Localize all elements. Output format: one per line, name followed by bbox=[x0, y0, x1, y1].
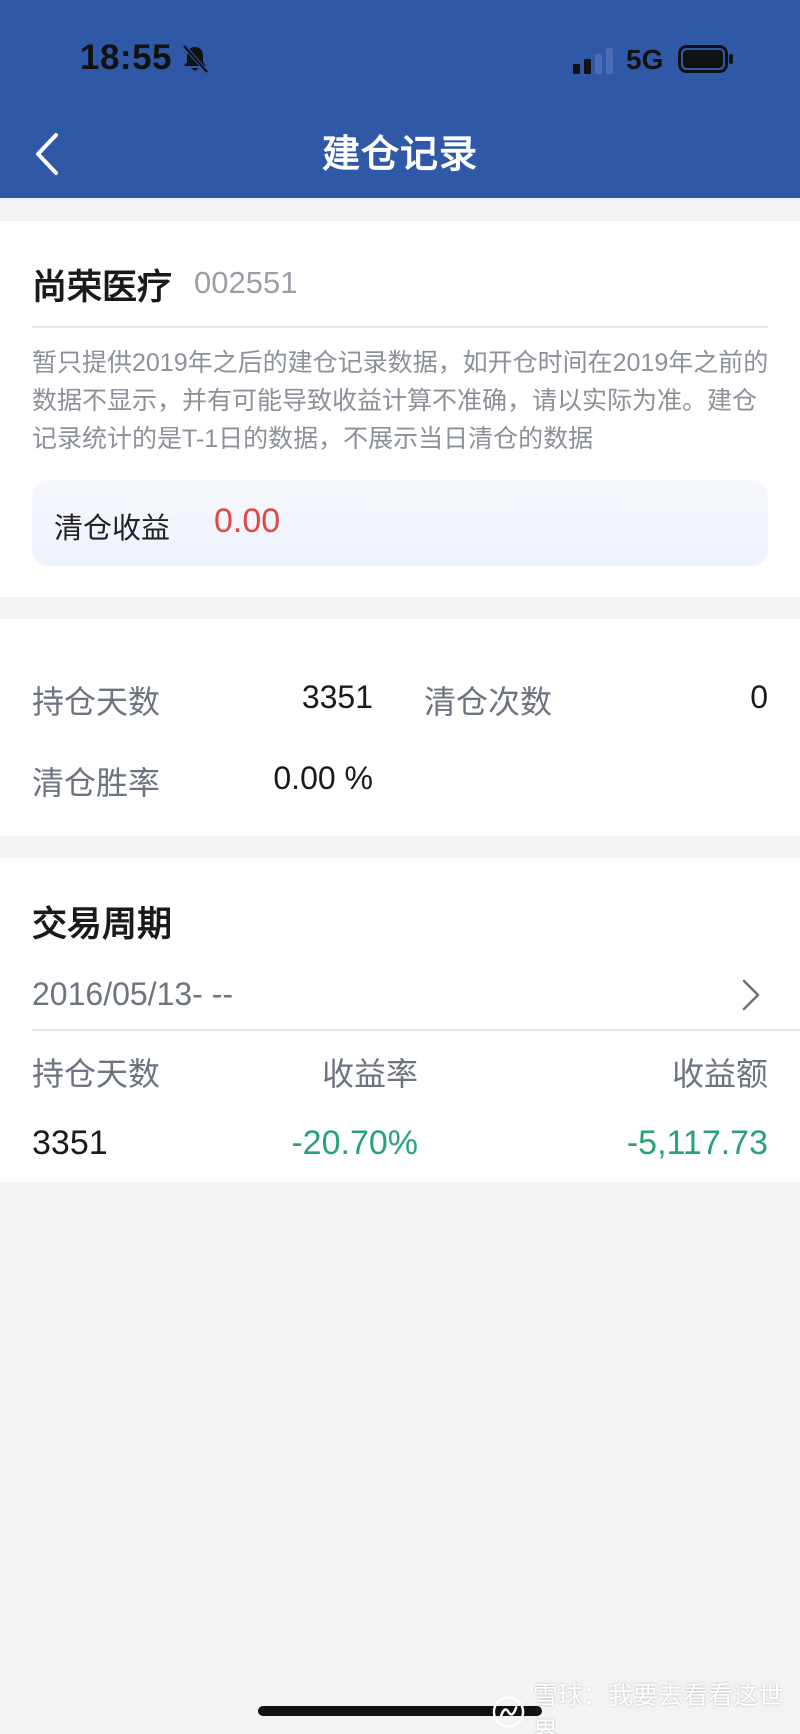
chevron-right-icon bbox=[742, 979, 760, 1011]
trade-cycle-card: 交易周期 2016/05/13- -- 持仓天数 收益率 收益额 3351 -2… bbox=[0, 858, 800, 1182]
network-label: 5G bbox=[626, 44, 664, 75]
row-return-rate: -20.70% bbox=[291, 1124, 418, 1162]
clear-profit-value: 0.00 bbox=[214, 502, 281, 540]
stock-card: 尚荣医疗 002551 暂只提供2019年之后的建仓记录数据，如开仓时间在201… bbox=[0, 221, 800, 597]
row-return-amount: -5,117.73 bbox=[626, 1124, 768, 1162]
snowball-logo-icon bbox=[492, 1696, 525, 1728]
divider bbox=[32, 1029, 800, 1031]
clear-profit-box: 清仓收益 0.00 bbox=[32, 480, 768, 566]
bell-slash-icon bbox=[182, 44, 209, 74]
status-bar: 18:55 5G bbox=[0, 0, 800, 120]
stock-name: 尚荣医疗 bbox=[32, 268, 173, 307]
battery-icon bbox=[678, 45, 733, 73]
page-title: 建仓记录 bbox=[321, 134, 478, 176]
app-header: 18:55 5G 建仓记录 bbox=[0, 0, 800, 198]
column-header-return-amount: 收益额 bbox=[671, 1056, 768, 1092]
page: 18:55 5G 建仓记录 尚荣医疗 002551 暂只提供2019年之后的建仓… bbox=[0, 0, 800, 1734]
trade-cycle-title: 交易周期 bbox=[32, 905, 173, 944]
clear-count-label: 清仓次数 bbox=[424, 684, 553, 720]
watermark-text: 雪球：我要去看看这世界 bbox=[533, 1682, 784, 1734]
status-time: 18:55 bbox=[80, 38, 173, 77]
clear-profit-label: 清仓收益 bbox=[54, 513, 171, 545]
column-header-return-rate: 收益率 bbox=[321, 1056, 418, 1092]
notice-text: 暂只提供2019年之后的建仓记录数据，如开仓时间在2019年之前的数据不显示，并… bbox=[32, 349, 769, 453]
stats-card: 持仓天数 3351 清仓次数 0 清仓胜率 0.00 % bbox=[0, 619, 800, 836]
win-rate-value: 0.00 % bbox=[273, 760, 373, 796]
signal-icon bbox=[573, 48, 613, 74]
hold-days-label: 持仓天数 bbox=[32, 684, 161, 720]
clear-count-value: 0 bbox=[750, 679, 768, 715]
hold-days-value: 3351 bbox=[301, 679, 373, 715]
divider bbox=[32, 326, 768, 328]
trade-cycle-period: 2016/05/13- -- bbox=[32, 976, 234, 1012]
stock-code: 002551 bbox=[194, 265, 298, 300]
win-rate-label: 清仓胜率 bbox=[32, 765, 161, 801]
trade-cycle-row[interactable]: 2016/05/13- -- bbox=[0, 958, 800, 1030]
watermark: 雪球：我要去看看这世界 bbox=[492, 1682, 800, 1734]
